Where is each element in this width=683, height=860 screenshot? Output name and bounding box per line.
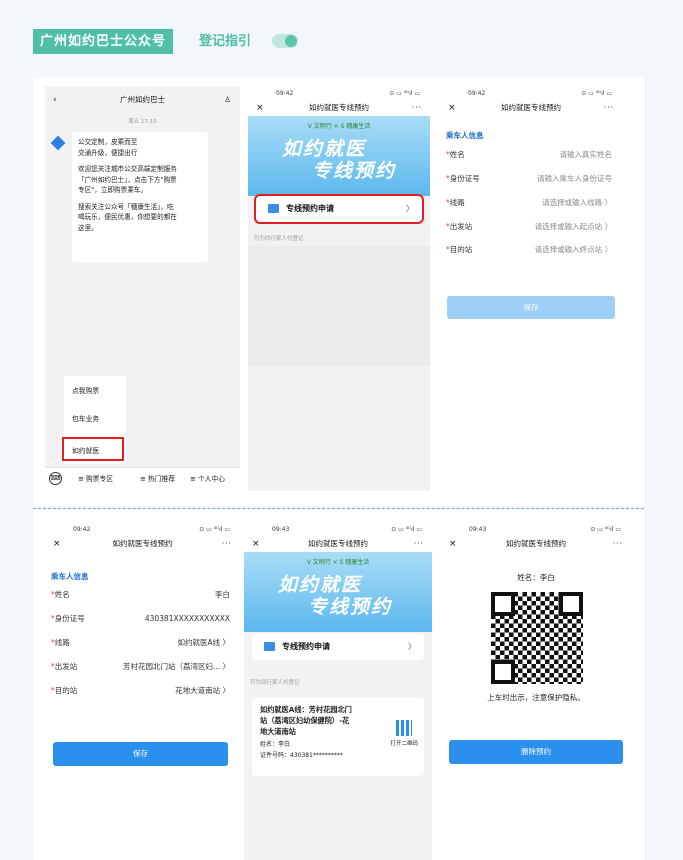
close-icon[interactable]: × <box>252 536 260 552</box>
screen-form-filled: 09:42 ⊙ ▭ ⁴ᴳıl ▭ × 如约就医专线预约 ··· 乘车人信息 *姓名 李白… <box>45 522 240 860</box>
nav-title: 如约就医专线预约 <box>506 539 566 548</box>
hint-text: 可为同行家人代登记 <box>250 680 300 686</box>
bot-avatar <box>50 135 66 151</box>
chat-line: 交通升级，便捷出行 <box>78 148 138 157</box>
ticket-card[interactable]: 如约就医A线：芳村花园北门 站（荔湾区妇幼保健院）-花 地大道南站 姓名：李白 … <box>252 698 424 776</box>
close-icon[interactable]: × <box>53 536 61 552</box>
more-icon[interactable]: ··· <box>412 100 422 116</box>
banner-line2: 专线预约 <box>312 160 397 182</box>
popup-menu: 点我购票 包车业务 如约就医 <box>62 376 126 464</box>
ticket-id: 证件号码：430381********** <box>260 752 343 759</box>
tab-profile[interactable]: ≡ 个人中心 <box>190 468 225 490</box>
field-line[interactable]: *线路 如约就医A线 〉 <box>51 632 234 654</box>
screen-chat: ‹ 广州如约巴士 ♙ 周五 17:15 公交定制，皮乘而至 交通升级，便捷出行 … <box>45 86 240 491</box>
menu-item-buy[interactable]: 点我购票 <box>72 385 99 395</box>
guide-title: 登记指引 <box>199 34 252 49</box>
screen-qr: 09:43 ⊙ ▭ ⁴ᴳıl ▭ × 如约就医专线预约 ··· 姓名：李白 上车时出示… <box>441 522 631 860</box>
screen-form-empty: 09:42 ⊙ ▭ ⁴ᴳıl ▭ × 如约就医专线预约 ··· 乘车人信息 *姓名 请输… <box>440 86 622 491</box>
apply-label: 专线预约申请 <box>282 642 330 651</box>
chat-line: 这里。 <box>78 223 98 232</box>
chat-line: 欢迎您关注城市公交高端定制服务 <box>78 165 177 173</box>
chat-time: 周五 17:15 <box>128 119 157 125</box>
ticket-line: 地大道南站 <box>260 727 296 736</box>
form-icon <box>268 204 279 213</box>
apply-card[interactable]: 专线预约申请 〉 <box>254 194 424 224</box>
more-icon[interactable]: ··· <box>222 536 232 552</box>
back-icon[interactable]: ‹ <box>53 92 57 108</box>
toggle-icon <box>272 34 298 48</box>
hint-text: 可为同行家人代登记 <box>254 236 304 242</box>
empty-area <box>248 246 430 366</box>
field-name[interactable]: *姓名 李白 <box>51 584 234 606</box>
field-start[interactable]: *出发站 芳村花园北门站（荔湾区妇... 〉 <box>51 656 234 678</box>
qr-icon[interactable] <box>396 720 412 736</box>
close-icon[interactable]: × <box>448 100 456 116</box>
tab-hot[interactable]: ≡ 热门推荐 <box>140 468 175 490</box>
ticket-line: 站（荔湾区妇幼保健院）-花 <box>260 716 350 725</box>
chat-title: 广州如约巴士 <box>120 95 165 104</box>
menu-item-charter[interactable]: 包车业务 <box>72 413 99 423</box>
nav-title: 如约就医专线预约 <box>112 539 173 548</box>
close-icon[interactable]: × <box>449 536 457 552</box>
chat-bubble: 公交定制，皮乘而至 交通升级，便捷出行 欢迎您关注城市公交高端定制服务 「广州如… <box>72 132 208 262</box>
delete-button[interactable]: 删除预约 <box>449 740 623 764</box>
nav-title: 如约就医专线预约 <box>308 539 368 548</box>
more-icon[interactable]: ··· <box>613 536 623 552</box>
partner-logo: V 文明行 × S 穗康生活 <box>306 559 370 566</box>
field-end[interactable]: *目的站 花地大道南站 〉 <box>51 680 234 702</box>
field-end[interactable]: *目的站 请选择或输入终点站 〉 <box>446 239 616 261</box>
privacy-note: 上车时出示，注意保护隐私。 <box>487 693 585 702</box>
form-icon <box>264 642 275 651</box>
screen-landing: 09:42 ⊙ ▭ ⁴ᴳıl ▭ × 如约就医专线预约 ··· V 文明行 × S 穗… <box>248 86 430 491</box>
tab-buy[interactable]: ≡ 购票专区 <box>78 468 113 490</box>
profile-icon[interactable]: ♙ <box>224 92 232 108</box>
chat-line: 搜索关注公众号「穗康生活」，吃 <box>78 202 174 211</box>
chevron-right-icon: 〉 <box>408 642 416 651</box>
field-start[interactable]: *出发站 请选择或输入起点站 〉 <box>446 216 616 238</box>
chevron-right-icon: 〉 <box>406 204 414 213</box>
hero-banner: V 文明行 × S 穗康生活 如约就医 专线预约 <box>244 552 432 632</box>
bottom-menu: ⌨ ≡ 购票专区 ≡ 热门推荐 ≡ 个人中心 <box>45 467 240 491</box>
ticket-line: 如约就医A线：芳村花园北门 <box>260 705 352 714</box>
screen-ticket: 09:43 ⊙ ▭ ⁴ᴳıl ▭ × 如约就医专线预约 ··· V 文明行 × S 穗… <box>244 522 432 860</box>
nav-title: 如约就医专线预约 <box>501 103 561 112</box>
close-icon[interactable]: × <box>256 100 264 116</box>
save-button[interactable]: 保存 <box>447 296 615 319</box>
section-title: 乘车人信息 <box>446 131 484 140</box>
divider <box>33 508 644 509</box>
partner-logo: V 文明行 × S 穗康生活 <box>307 123 371 130</box>
chat-line: 专区"，立即购票乘车。 <box>78 186 147 194</box>
field-name[interactable]: *姓名 请输入真实姓名 <box>446 144 616 166</box>
field-id[interactable]: *身份证号 请输入乘车人身份证号 <box>446 168 616 190</box>
open-qr-label[interactable]: 打开二维码 <box>390 739 418 750</box>
save-button[interactable]: 保存 <box>53 742 228 766</box>
more-icon[interactable]: ··· <box>604 100 614 116</box>
section-title: 乘车人信息 <box>51 572 89 581</box>
menu-item-medical[interactable]: 如约就医 <box>62 437 124 461</box>
chat-line: 「广州如约巴士」，点击下方"购票 <box>78 175 177 184</box>
chat-line: 公交定制，皮乘而至 <box>78 138 138 146</box>
qr-name: 姓名：李白 <box>517 573 555 582</box>
keyboard-icon[interactable]: ⌨ <box>49 472 62 485</box>
nav-title: 如约就医专线预约 <box>309 103 369 112</box>
qr-code <box>491 592 583 684</box>
account-badge: 广州如约巴士公众号 <box>33 29 174 54</box>
apply-label: 专线预约申请 <box>286 204 334 213</box>
hero-banner: V 文明行 × S 穗康生活 如约就医 专线预约 <box>248 116 430 196</box>
apply-card[interactable]: 专线预约申请 〉 <box>252 634 424 660</box>
chat-line: 喝玩乐，便民优惠，你想要的都在 <box>78 213 177 221</box>
more-icon[interactable]: ··· <box>414 536 424 552</box>
field-line[interactable]: *线路 请选择或输入线路 〉 <box>446 192 616 214</box>
field-id[interactable]: *身份证号 430381XXXXXXXXXXX <box>51 608 234 630</box>
banner-line2: 专线预约 <box>308 596 393 618</box>
